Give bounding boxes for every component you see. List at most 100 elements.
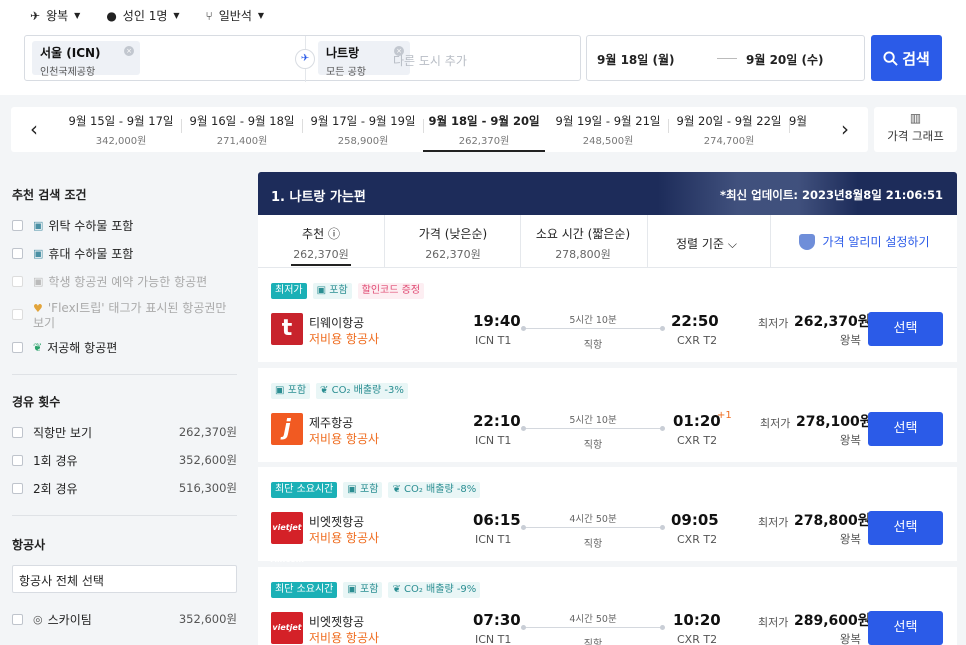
- info-icon: ⓘ: [327, 227, 340, 241]
- route-line: [521, 426, 665, 431]
- tag-list: 최단 소요시간 ▣ 포함 ❦ CO₂ 배출량 -8%: [271, 482, 481, 498]
- checkbox[interactable]: [12, 247, 23, 259]
- sort-price-tab[interactable]: 가격 (낮은순) 262,370원: [408, 225, 498, 262]
- airline-select-all[interactable]: 항공사 전체 선택: [12, 565, 237, 593]
- bell-icon: [798, 233, 815, 250]
- price-graph-button[interactable]: ▥ 가격 그래프: [874, 107, 957, 152]
- price-alert-button[interactable]: 가격 알리미 설정하기: [770, 215, 957, 268]
- tag-badge: ▣ 포함: [312, 283, 352, 299]
- airline-name: 제주항공: [309, 416, 354, 430]
- filter-two-stop[interactable]: 2회 경유 516,300원: [12, 474, 237, 502]
- checkbox[interactable]: [12, 341, 23, 353]
- select-button[interactable]: 선택: [868, 511, 943, 545]
- checkbox[interactable]: [12, 613, 23, 625]
- select-button[interactable]: 선택: [868, 312, 943, 346]
- search-button[interactable]: 검색: [871, 35, 942, 81]
- luggage-icon: ▣: [33, 218, 44, 232]
- last-updated: *최신 업데이트: 2023년8월8일 21:06:51: [719, 188, 943, 202]
- skyteam-icon: ◎: [33, 612, 43, 626]
- filter-checked-baggage[interactable]: ▣ 위탁 수하물 포함: [12, 211, 237, 239]
- flight-duration: 4시간 50분: [569, 514, 617, 525]
- date-option[interactable]: 9월: [789, 113, 825, 152]
- airline-logo: j: [271, 413, 303, 445]
- carry-on-icon: ▣: [33, 246, 44, 260]
- airline-name: 비엣젯항공: [309, 515, 365, 529]
- date-option[interactable]: 9월 19일 - 9월 21일 248,500원: [547, 113, 669, 152]
- results-title: 1. 나트랑 가는편: [271, 190, 366, 205]
- add-city-input[interactable]: 다른 도시 추가: [393, 52, 467, 69]
- filter-one-stop[interactable]: 1회 경유 352,600원: [12, 446, 237, 474]
- checkbox[interactable]: [12, 275, 23, 287]
- date-option[interactable]: 9월 17일 - 9월 19일 258,900원: [302, 113, 424, 152]
- origin-chip[interactable]: 서울 (ICN) 인천국제공항 ×: [32, 41, 140, 78]
- trip-type: 왕복: [839, 333, 861, 347]
- flight-card[interactable]: 최단 소요시간 ▣ 포함 ❦ CO₂ 배출량 -9% vietjet Air.c…: [258, 567, 957, 645]
- cabin-dropdown[interactable]: ⑂ 일반석 ▼: [206, 7, 264, 24]
- chevron-right-icon[interactable]: ›: [830, 115, 860, 145]
- checkbox[interactable]: [12, 219, 23, 231]
- trip-type-dropdown[interactable]: ✈ 왕복 ▼: [30, 7, 80, 24]
- results-header: 1. 나트랑 가는편 *최신 업데이트: 2023년8월8일 21:06:51: [258, 172, 957, 215]
- filter-low-emission[interactable]: ❦ 저공해 항공편: [12, 333, 237, 361]
- price-label: 최저가: [758, 317, 789, 330]
- checkbox[interactable]: [12, 309, 23, 320]
- trip-type: 왕복: [839, 532, 861, 546]
- date-option[interactable]: 9월 15일 - 9월 17일 342,000원: [60, 113, 182, 152]
- date-option[interactable]: 9월 16일 - 9월 18일 271,400원: [181, 113, 303, 152]
- select-button[interactable]: 선택: [868, 611, 943, 645]
- passengers-dropdown[interactable]: ● 성인 1명 ▼: [106, 7, 179, 24]
- arrival-airport: CXR T2: [677, 533, 718, 546]
- flight-card[interactable]: 최단 소요시간 ▣ 포함 ❦ CO₂ 배출량 -8% vietjet Air.c…: [258, 467, 957, 564]
- leaf-icon: ❦: [33, 340, 43, 354]
- flight-card[interactable]: 최저가 ▣ 포함 할인코드 증정 t 티웨이항공 저비용 항공사 19:40 I…: [258, 268, 957, 362]
- checkbox[interactable]: [12, 426, 23, 438]
- filter-direct[interactable]: 직항만 보기 262,370원: [12, 418, 237, 446]
- departure-airport: ICN T1: [475, 633, 512, 645]
- student-icon: ▣: [33, 274, 44, 288]
- select-button[interactable]: 선택: [868, 412, 943, 446]
- sort-separator: [647, 215, 648, 268]
- checkbox[interactable]: [12, 454, 23, 466]
- date-option[interactable]: 9월 20일 - 9월 22일 274,700원: [668, 113, 790, 152]
- arrival-time: 01:20: [673, 412, 721, 430]
- price: 262,370원: [794, 314, 871, 330]
- sort-recommended-tab[interactable]: 추천 ⓘ 262,370원: [291, 225, 351, 266]
- arrival-airport: CXR T2: [677, 633, 718, 645]
- swap-route-button[interactable]: ✈: [295, 49, 315, 69]
- stop-info: 직항: [583, 539, 603, 550]
- filter-skyteam[interactable]: ◎ 스카이팀 352,600원: [12, 605, 237, 633]
- filter-sidebar: 추천 검색 조건 ▣ 위탁 수하물 포함 ▣ 휴대 수하물 포함 ▣ 학생 항공…: [0, 172, 250, 633]
- carrier-type: 저비용 항공사: [309, 332, 380, 346]
- flight-card[interactable]: ▣ 포함 ❦ CO₂ 배출량 -3% j 제주항공 저비용 항공사 22:10 …: [258, 368, 957, 462]
- stop-info: 직항: [583, 639, 603, 645]
- search-icon: [883, 50, 898, 66]
- filter-student[interactable]: ▣ 학생 항공권 예약 가능한 항공편: [12, 267, 237, 295]
- tag-badge: 할인코드 증정: [357, 283, 425, 299]
- departure-airport: ICN T1: [475, 434, 512, 447]
- airline-name: 비엣젯항공: [309, 615, 365, 629]
- arrival-time: 10:20: [673, 611, 721, 629]
- return-date[interactable]: 9월 20일 (수): [746, 51, 824, 68]
- date-field[interactable]: 9월 18일 (월) 9월 20일 (수): [586, 35, 865, 81]
- depart-date[interactable]: 9월 18일 (월): [597, 51, 675, 68]
- departure-time: 22:10: [473, 412, 521, 430]
- sort-order-dropdown[interactable]: 정렬 기준 ⌵: [676, 235, 737, 252]
- checkbox[interactable]: [12, 482, 23, 494]
- sort-separator: [520, 215, 521, 268]
- filter-carry-on[interactable]: ▣ 휴대 수하물 포함: [12, 239, 237, 267]
- caret-down-icon: ▼: [257, 11, 265, 20]
- arrival-airport: CXR T2: [677, 434, 718, 447]
- departure-time: 07:30: [473, 611, 521, 629]
- tag-badge: ❦ CO₂ 배출량 -3%: [316, 383, 408, 399]
- bar-chart-icon: ▥: [909, 111, 922, 125]
- trip-options: ✈ 왕복 ▼ ● 성인 1명 ▼ ⑂ 일반석 ▼: [30, 7, 264, 24]
- sort-duration-tab[interactable]: 소요 시간 (짧은순) 278,800원: [533, 225, 633, 262]
- stop-info: 직항: [583, 440, 603, 451]
- date-option-selected[interactable]: 9월 18일 - 9월 20일 262,370원: [423, 113, 545, 152]
- price-label: 최저가: [758, 616, 789, 629]
- clear-origin-icon[interactable]: ×: [124, 46, 134, 56]
- arrival-time: 09:05: [671, 511, 719, 529]
- baggage-icon: ▣: [347, 584, 361, 595]
- filter-flexi[interactable]: ♥ 'FlexI트립' 태그가 표시된 항공권만 보기: [12, 295, 237, 333]
- chevron-left-icon[interactable]: ‹: [19, 115, 49, 145]
